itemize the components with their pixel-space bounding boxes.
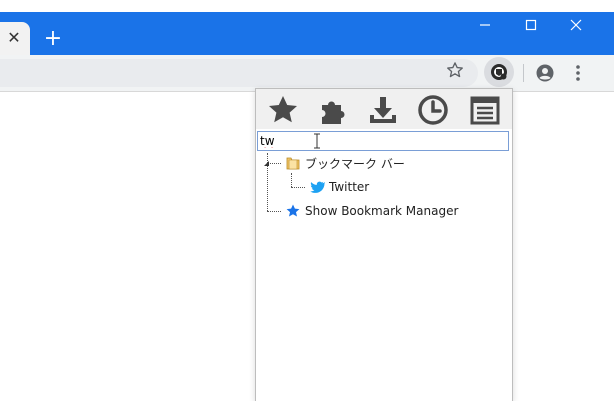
bookmark-search-input[interactable] (257, 131, 509, 151)
downloads-icon (370, 97, 396, 123)
close-window-button[interactable] (566, 18, 586, 38)
extensions-button[interactable] (316, 93, 350, 127)
twitter-bird-icon (310, 181, 325, 193)
browser-menu-button[interactable] (570, 63, 586, 83)
history-clock-icon (418, 95, 448, 125)
account-circle-icon (536, 64, 554, 82)
tree-item-twitter[interactable]: Twitter (309, 178, 369, 196)
maximize-button[interactable] (521, 18, 541, 38)
extension-globe-icon (491, 64, 507, 80)
history-button[interactable] (416, 93, 450, 127)
address-bar[interactable] (0, 59, 478, 87)
tree-connector (267, 211, 281, 212)
minimize-icon (480, 24, 490, 26)
extension-button[interactable] (484, 57, 514, 87)
browser-window: ✕ + tw ブックマーク バー Twitter Show Bookmark M… (0, 0, 614, 401)
popup-toolbar (256, 89, 512, 129)
notes-button[interactable] (468, 93, 502, 127)
text-cursor-icon (313, 133, 321, 149)
expander-arrow-icon[interactable] (263, 160, 271, 168)
tree-item-label: ブックマーク バー (305, 156, 405, 171)
title-bar: ✕ + (0, 0, 614, 55)
tree-connector (291, 173, 292, 187)
bookmarks-star-icon (269, 96, 297, 123)
more-vertical-icon (576, 65, 580, 81)
extension-popup: ブックマーク バー Twitter Show Bookmark Manager (255, 88, 513, 401)
toolbar-separator (523, 64, 524, 82)
browser-tab[interactable]: ✕ (0, 22, 30, 55)
tree-item-bookmark-manager[interactable]: Show Bookmark Manager (285, 202, 458, 220)
tree-connector (291, 187, 305, 188)
tab-close-icon[interactable]: ✕ (4, 28, 24, 48)
maximize-icon (525, 19, 537, 31)
tree-item-label: Twitter (329, 180, 370, 194)
bookmarks-button[interactable] (266, 93, 300, 127)
extensions-puzzle-icon (322, 101, 345, 124)
blue-star-icon (286, 204, 300, 217)
downloads-button[interactable] (366, 93, 400, 127)
browser-toolbar (0, 55, 614, 92)
profile-button[interactable] (535, 63, 555, 83)
star-outline-icon (447, 62, 463, 78)
folder-icon (286, 157, 300, 170)
minimize-button[interactable] (475, 18, 495, 38)
bookmark-star-button[interactable] (445, 60, 465, 80)
notes-list-icon (470, 96, 500, 125)
title-bar-top-strip (0, 0, 614, 12)
new-tab-button[interactable]: + (42, 28, 64, 50)
tree-item-label: Show Bookmark Manager (305, 204, 459, 218)
tree-item-bookmark-bar[interactable]: ブックマーク バー (285, 154, 405, 172)
bookmark-tree: ブックマーク バー Twitter Show Bookmark Manager (256, 153, 512, 253)
close-icon (570, 19, 582, 31)
